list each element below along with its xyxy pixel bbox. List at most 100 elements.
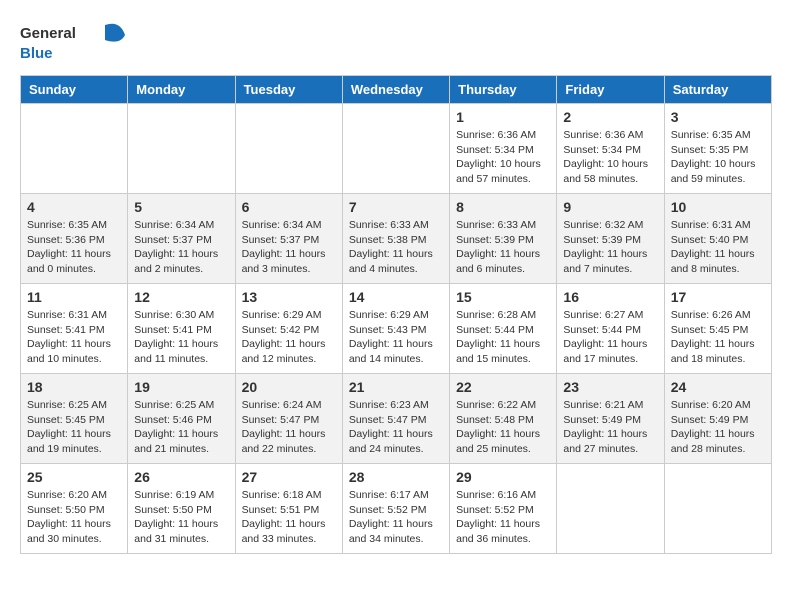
calendar-cell xyxy=(128,104,235,194)
day-number: 13 xyxy=(242,289,336,305)
day-number: 3 xyxy=(671,109,765,125)
day-info: Sunrise: 6:17 AMSunset: 5:52 PMDaylight:… xyxy=(349,488,443,547)
calendar-cell: 11 Sunrise: 6:31 AMSunset: 5:41 PMDayligh… xyxy=(21,284,128,374)
day-number: 17 xyxy=(671,289,765,305)
day-info: Sunrise: 6:34 AMSunset: 5:37 PMDaylight:… xyxy=(134,218,228,277)
calendar-cell xyxy=(664,464,771,554)
calendar-cell: 21 Sunrise: 6:23 AMSunset: 5:47 PMDayligh… xyxy=(342,374,449,464)
day-number: 21 xyxy=(349,379,443,395)
day-number: 23 xyxy=(563,379,657,395)
day-number: 8 xyxy=(456,199,550,215)
weekday-header-saturday: Saturday xyxy=(664,76,771,104)
week-row-2: 4 Sunrise: 6:35 AMSunset: 5:36 PMDaylight… xyxy=(21,194,772,284)
day-info: Sunrise: 6:27 AMSunset: 5:44 PMDaylight:… xyxy=(563,308,657,367)
day-number: 9 xyxy=(563,199,657,215)
day-info: Sunrise: 6:19 AMSunset: 5:50 PMDaylight:… xyxy=(134,488,228,547)
week-row-3: 11 Sunrise: 6:31 AMSunset: 5:41 PMDayligh… xyxy=(21,284,772,374)
calendar-cell xyxy=(21,104,128,194)
calendar-cell: 20 Sunrise: 6:24 AMSunset: 5:47 PMDayligh… xyxy=(235,374,342,464)
day-info: Sunrise: 6:33 AMSunset: 5:38 PMDaylight:… xyxy=(349,218,443,277)
calendar-cell: 17 Sunrise: 6:26 AMSunset: 5:45 PMDayligh… xyxy=(664,284,771,374)
day-number: 18 xyxy=(27,379,121,395)
weekday-header-thursday: Thursday xyxy=(450,76,557,104)
day-info: Sunrise: 6:23 AMSunset: 5:47 PMDaylight:… xyxy=(349,398,443,457)
day-info: Sunrise: 6:29 AMSunset: 5:42 PMDaylight:… xyxy=(242,308,336,367)
day-number: 11 xyxy=(27,289,121,305)
day-info: Sunrise: 6:25 AMSunset: 5:46 PMDaylight:… xyxy=(134,398,228,457)
day-info: Sunrise: 6:22 AMSunset: 5:48 PMDaylight:… xyxy=(456,398,550,457)
day-info: Sunrise: 6:36 AMSunset: 5:34 PMDaylight:… xyxy=(456,128,550,187)
day-info: Sunrise: 6:30 AMSunset: 5:41 PMDaylight:… xyxy=(134,308,228,367)
calendar-cell: 25Sunrise: 6:20 AMSunset: 5:50 PMDayligh… xyxy=(21,464,128,554)
calendar-cell xyxy=(235,104,342,194)
calendar-cell: 5 Sunrise: 6:34 AMSunset: 5:37 PMDaylight… xyxy=(128,194,235,284)
header: General Blue xyxy=(20,20,772,65)
day-number: 24 xyxy=(671,379,765,395)
day-info: Sunrise: 6:20 AMSunset: 5:50 PMDaylight:… xyxy=(27,488,121,547)
calendar-cell: 22 Sunrise: 6:22 AMSunset: 5:48 PMDayligh… xyxy=(450,374,557,464)
svg-text:Blue: Blue xyxy=(20,45,53,62)
calendar-cell: 7 Sunrise: 6:33 AMSunset: 5:38 PMDaylight… xyxy=(342,194,449,284)
calendar: SundayMondayTuesdayWednesdayThursdayFrid… xyxy=(20,75,772,554)
calendar-cell: 29Sunrise: 6:16 AMSunset: 5:52 PMDayligh… xyxy=(450,464,557,554)
weekday-header-monday: Monday xyxy=(128,76,235,104)
calendar-cell: 14 Sunrise: 6:29 AMSunset: 5:43 PMDayligh… xyxy=(342,284,449,374)
calendar-cell: 4 Sunrise: 6:35 AMSunset: 5:36 PMDaylight… xyxy=(21,194,128,284)
day-number: 12 xyxy=(134,289,228,305)
day-info: Sunrise: 6:35 AMSunset: 5:36 PMDaylight:… xyxy=(27,218,121,277)
weekday-header-sunday: Sunday xyxy=(21,76,128,104)
calendar-cell: 23 Sunrise: 6:21 AMSunset: 5:49 PMDayligh… xyxy=(557,374,664,464)
day-info: Sunrise: 6:21 AMSunset: 5:49 PMDaylight:… xyxy=(563,398,657,457)
day-number: 29 xyxy=(456,469,550,485)
day-number: 2 xyxy=(563,109,657,125)
day-info: Sunrise: 6:24 AMSunset: 5:47 PMDaylight:… xyxy=(242,398,336,457)
day-number: 22 xyxy=(456,379,550,395)
calendar-cell: 8 Sunrise: 6:33 AMSunset: 5:39 PMDaylight… xyxy=(450,194,557,284)
day-number: 28 xyxy=(349,469,443,485)
day-number: 4 xyxy=(27,199,121,215)
week-row-4: 18 Sunrise: 6:25 AMSunset: 5:45 PMDayligh… xyxy=(21,374,772,464)
calendar-cell: 2 Sunrise: 6:36 AMSunset: 5:34 PMDaylight… xyxy=(557,104,664,194)
calendar-cell: 18 Sunrise: 6:25 AMSunset: 5:45 PMDayligh… xyxy=(21,374,128,464)
logo: General Blue xyxy=(20,20,130,65)
calendar-cell: 9Sunrise: 6:32 AMSunset: 5:39 PMDaylight… xyxy=(557,194,664,284)
day-number: 20 xyxy=(242,379,336,395)
weekday-header-wednesday: Wednesday xyxy=(342,76,449,104)
day-info: Sunrise: 6:29 AMSunset: 5:43 PMDaylight:… xyxy=(349,308,443,367)
weekday-header-friday: Friday xyxy=(557,76,664,104)
calendar-cell: 6Sunrise: 6:34 AMSunset: 5:37 PMDaylight… xyxy=(235,194,342,284)
calendar-cell xyxy=(342,104,449,194)
day-number: 1 xyxy=(456,109,550,125)
day-info: Sunrise: 6:35 AMSunset: 5:35 PMDaylight:… xyxy=(671,128,765,187)
week-row-5: 25Sunrise: 6:20 AMSunset: 5:50 PMDayligh… xyxy=(21,464,772,554)
calendar-cell: 19 Sunrise: 6:25 AMSunset: 5:46 PMDayligh… xyxy=(128,374,235,464)
weekday-header-row: SundayMondayTuesdayWednesdayThursdayFrid… xyxy=(21,76,772,104)
day-info: Sunrise: 6:18 AMSunset: 5:51 PMDaylight:… xyxy=(242,488,336,547)
calendar-cell: 26 Sunrise: 6:19 AMSunset: 5:50 PMDayligh… xyxy=(128,464,235,554)
week-row-1: 1 Sunrise: 6:36 AMSunset: 5:34 PMDaylight… xyxy=(21,104,772,194)
day-number: 26 xyxy=(134,469,228,485)
calendar-cell: 3 Sunrise: 6:35 AMSunset: 5:35 PMDaylight… xyxy=(664,104,771,194)
svg-text:General: General xyxy=(20,25,76,42)
day-number: 14 xyxy=(349,289,443,305)
day-number: 27 xyxy=(242,469,336,485)
logo-svg: General Blue xyxy=(20,20,130,65)
day-number: 16 xyxy=(563,289,657,305)
day-info: Sunrise: 6:26 AMSunset: 5:45 PMDaylight:… xyxy=(671,308,765,367)
day-info: Sunrise: 6:25 AMSunset: 5:45 PMDaylight:… xyxy=(27,398,121,457)
weekday-header-tuesday: Tuesday xyxy=(235,76,342,104)
day-info: Sunrise: 6:31 AMSunset: 5:41 PMDaylight:… xyxy=(27,308,121,367)
day-number: 5 xyxy=(134,199,228,215)
day-info: Sunrise: 6:31 AMSunset: 5:40 PMDaylight:… xyxy=(671,218,765,277)
day-number: 10 xyxy=(671,199,765,215)
calendar-cell: 24 Sunrise: 6:20 AMSunset: 5:49 PMDayligh… xyxy=(664,374,771,464)
day-number: 7 xyxy=(349,199,443,215)
day-number: 6 xyxy=(242,199,336,215)
day-number: 19 xyxy=(134,379,228,395)
calendar-cell: 16 Sunrise: 6:27 AMSunset: 5:44 PMDayligh… xyxy=(557,284,664,374)
calendar-cell: 27 Sunrise: 6:18 AMSunset: 5:51 PMDayligh… xyxy=(235,464,342,554)
day-info: Sunrise: 6:20 AMSunset: 5:49 PMDaylight:… xyxy=(671,398,765,457)
day-info: Sunrise: 6:33 AMSunset: 5:39 PMDaylight:… xyxy=(456,218,550,277)
day-info: Sunrise: 6:36 AMSunset: 5:34 PMDaylight:… xyxy=(563,128,657,187)
calendar-cell: 12 Sunrise: 6:30 AMSunset: 5:41 PMDayligh… xyxy=(128,284,235,374)
